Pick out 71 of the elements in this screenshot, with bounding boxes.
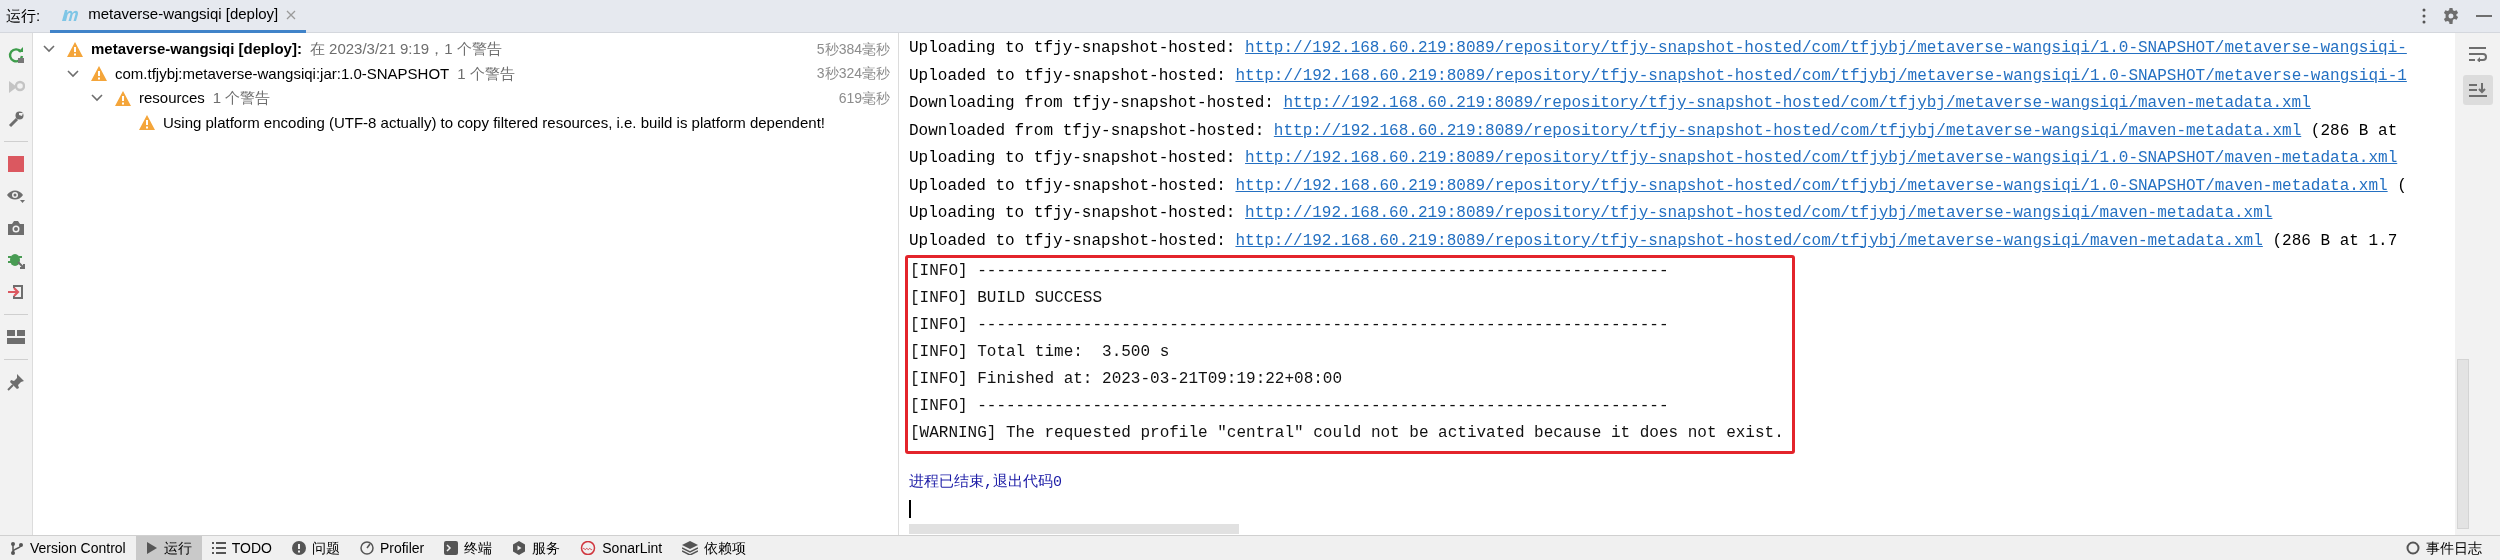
- run-tab[interactable]: metaverse-wangsiqi [deploy]: [50, 0, 307, 33]
- terminal-icon: [444, 541, 459, 555]
- console-line: Uploading to tfjy-snapshot-hosted: http://192.168.60.219:8089/repository/tfjy-snapshot-hosted/com/tfjybj/metaverse-wangsiqi/1.0-SNAPSHOT/metaverse-wangsiqi-: [909, 38, 2408, 59]
- console-line: [INFO] ------------------------------------------------------------------------: [910, 315, 1670, 336]
- console-line: [WARNING] The requested profile "central" could not be activated because it does not exist.: [910, 423, 1784, 444]
- console-line: Uploading to tfjy-snapshot-hosted: http://192.168.60.219:8089/repository/tfjy-snapshot-hosted/com/tfjybj/metaverse-wangsiqi/maven-metadata.xml: [909, 203, 2274, 224]
- console-link[interactable]: http://192.168.60.219:8089/repository/tfjy-snapshot-hosted/com/tfjybj/metaverse-wangsiqi/maven-metadata.xml: [1283, 94, 2311, 112]
- event-log-button[interactable]: 事件日志: [2396, 536, 2492, 560]
- console-line: Downloading from tfjy-snapshot-hosted: http://192.168.60.219:8089/repository/tfjy-snapshot-hosted/com/tfjybj/metaverse-wangsiqi/maven-metadata.xml: [909, 93, 2312, 114]
- more-icon[interactable]: [2422, 8, 2426, 24]
- warning-icon: [67, 41, 83, 57]
- play-icon: [145, 541, 158, 555]
- console-line: [INFO] BUILD SUCCESS: [910, 288, 1104, 309]
- hexagon-icon: [512, 541, 527, 555]
- list-icon: [211, 542, 226, 554]
- duration-text: 5秒384毫秒: [816, 39, 890, 59]
- tool-window-tab[interactable]: 依赖项: [672, 536, 757, 560]
- console-line: [INFO] ------------------------------------------------------------------------: [910, 261, 1670, 282]
- gauge-icon: [359, 541, 374, 555]
- warning-icon: [115, 90, 131, 106]
- branch-icon: [10, 541, 24, 555]
- console-link[interactable]: http://192.168.60.219:8089/repository/tfjy-snapshot-hosted/com/tfjybj/metaverse-wangsiqi/1.0-SNAPSHOT/maven-metadata.xml: [1235, 176, 2388, 195]
- warning-icon: [91, 66, 107, 82]
- tree-item-label[interactable]: Using platform encoding (UTF-8 actually) to copy filtered resources, i.e. build is platform dependent!: [163, 111, 825, 134]
- console-line: Uploaded to tfjy-snapshot-hosted: http://192.168.60.219:8089/repository/tfjy-snapshot-hosted/com/tfjybj/metaverse-wangsiqi/1.0-SNAPSHOT/maven-metadata.xml (: [909, 175, 2408, 197]
- tool-window-tab[interactable]: 运行: [135, 536, 202, 560]
- console-link[interactable]: http://192.168.60.219:8089/repository/tfjy-snapshot-hosted/com/tfjybj/metaverse-wangsiqi/maven-metadata.xml: [1273, 121, 2302, 140]
- text-cursor: [909, 500, 911, 518]
- console-link[interactable]: http://192.168.60.219:8089/repository/tfjy-snapshot-hosted/com/tfjybj/metaverse-wangsiqi/maven-metadata.xml: [1235, 231, 2263, 250]
- console-line: Downloaded from tfjy-snapshot-hosted: http://192.168.60.219:8089/repository/tfjy-snapshot-hosted/com/tfjybj/metaverse-wangsiqi/maven-metadata.xml (286 B at: [909, 120, 2399, 142]
- panel-label: 运行:: [5, 5, 42, 26]
- scroll-to-end-icon[interactable]: [2462, 75, 2493, 105]
- console-link[interactable]: http://192.168.60.219:8089/repository/tfjy-snapshot-hosted/com/tfjybj/metaverse-wangsiqi/1.0-SNAPSHOT/metaverse-wangsiqi-: [1245, 39, 2407, 57]
- console-link[interactable]: http://192.168.60.219:8089/repository/tfjy-snapshot-hosted/com/tfjybj/metaverse-wangsiqi/1.0-SNAPSHOT/maven-metadata.xml: [1245, 149, 2398, 167]
- tree-item-label[interactable]: resources: [139, 87, 205, 110]
- warning-icon: [139, 115, 155, 131]
- tree-item-detail: 1 个警告: [212, 88, 271, 108]
- horizontal-scrollbar[interactable]: [909, 524, 1239, 534]
- console-line: Uploading to tfjy-snapshot-hosted: http://192.168.60.219:8089/repository/tfjy-snapshot-hosted/com/tfjybj/metaverse-wangsiqi/1.0-SNAPSHOT/maven-metadata.xml: [909, 148, 2399, 169]
- chevron-down-icon[interactable]: [67, 69, 79, 78]
- tool-window-tab[interactable]: Version Control: [0, 536, 136, 560]
- console-line: [INFO] ------------------------------------------------------------------------: [910, 396, 1670, 417]
- tree-item-label[interactable]: metaverse-wangsiqi [deploy]:: [91, 38, 302, 61]
- event-log-icon: [2406, 541, 2420, 555]
- tree-item-label[interactable]: com.tfjybj:metaverse-wangsiqi:jar:1.0-SNAPSHOT: [115, 62, 450, 85]
- console-link[interactable]: http://192.168.60.219:8089/repository/tfjy-snapshot-hosted/com/tfjybj/metaverse-wangsiqi/1.0-SNAPSHOT/metaverse-wangsiqi-1: [1235, 66, 2407, 85]
- tool-window-tab[interactable]: 问题: [281, 536, 350, 560]
- close-icon[interactable]: [286, 9, 297, 20]
- tool-window-tab[interactable]: 服务: [502, 536, 571, 560]
- exclamation-icon: [291, 541, 306, 555]
- console-link[interactable]: http://192.168.60.219:8089/repository/tfjy-snapshot-hosted/com/tfjybj/metaverse-wangsiqi/maven-metadata.xml: [1245, 204, 2273, 222]
- console-line: Uploaded to tfjy-snapshot-hosted: http://192.168.60.219:8089/repository/tfjy-snapshot-hosted/com/tfjybj/metaverse-wangsiqi/maven-metadata.xml (286 B at 1.7: [909, 230, 2399, 252]
- tree-item-detail: 在 2023/3/21 9:19，1 个警告: [309, 39, 502, 59]
- tool-window-tab[interactable]: SonarLint: [570, 536, 673, 560]
- scrollbar-thumb[interactable]: [2457, 359, 2469, 529]
- console-line: Uploaded to tfjy-snapshot-hosted: http://192.168.60.219:8089/repository/tfjy-snapshot-hosted/com/tfjybj/metaverse-wangsiqi/1.0-SNAPSHOT/metaverse-wangsiqi-1: [909, 65, 2408, 87]
- console-line: [INFO] Total time: 3.500 s: [910, 342, 1171, 363]
- exit-message: 进程已结束,退出代码0: [909, 472, 1063, 493]
- tool-window-tab[interactable]: TODO: [201, 536, 282, 560]
- tool-window-tab[interactable]: 终端: [434, 536, 503, 560]
- duration-text: 619毫秒: [838, 88, 890, 108]
- maven-icon: [60, 7, 81, 22]
- chevron-down-icon[interactable]: [43, 45, 55, 54]
- chevron-down-icon[interactable]: [91, 94, 103, 103]
- settings-icon[interactable]: [2442, 7, 2460, 25]
- layers-icon: [682, 541, 699, 555]
- tool-window-tab[interactable]: Profiler: [349, 536, 435, 560]
- console-line: [INFO] Finished at: 2023-03-21T09:19:22+08:00: [910, 369, 1344, 390]
- sonar-icon: [580, 541, 597, 555]
- duration-text: 3秒324毫秒: [816, 64, 890, 84]
- tree-item-detail: 1 个警告: [457, 63, 515, 84]
